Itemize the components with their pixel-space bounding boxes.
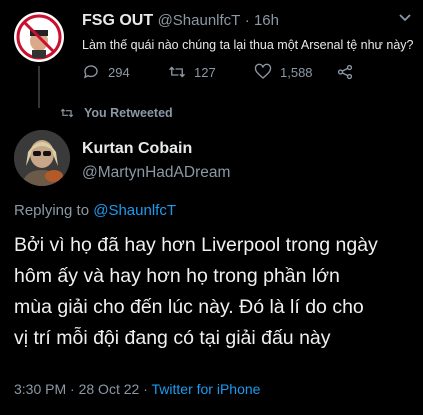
tweet-text-line: hôm ấy và hay hơn họ trong phần lớn bbox=[14, 265, 340, 287]
avatar[interactable] bbox=[14, 12, 64, 62]
replying-to-mention[interactable]: @ShaunlfcT bbox=[93, 202, 176, 219]
retweet-indicator: You Retweeted bbox=[60, 106, 173, 120]
parent-timestamp: 16h bbox=[253, 12, 279, 29]
tweet-text-line: Bởi vì họ đã hay hơn Liverpool trong ngà… bbox=[14, 234, 378, 256]
heart-icon bbox=[254, 63, 272, 79]
retweet-button[interactable]: 127 bbox=[168, 63, 216, 81]
retweet-count: 127 bbox=[194, 64, 216, 80]
like-button[interactable]: 1,588 bbox=[254, 63, 313, 81]
more-options-icon[interactable] bbox=[396, 8, 414, 26]
tweet-metadata: 3:30 PM · 28 Oct 22 · Twitter for iPhone bbox=[14, 381, 261, 397]
tweet-date[interactable]: 28 Oct 22 bbox=[79, 381, 140, 397]
parent-display-name: FSG OUT bbox=[82, 12, 154, 29]
retweet-label: You Retweeted bbox=[84, 106, 173, 120]
reply-button[interactable]: 294 bbox=[82, 63, 130, 81]
tweet-text-line: mùa giải cho đến lúc này. Đó là lí do ch… bbox=[14, 296, 364, 318]
parent-tweet-text: Làm thế quái nào chúng ta lại thua một A… bbox=[82, 38, 414, 52]
reply-count: 294 bbox=[108, 64, 130, 80]
fsg-out-logo-icon bbox=[15, 13, 63, 61]
author-display-name[interactable]: Kurtan Cobain bbox=[82, 140, 192, 158]
replying-to-prefix: Replying to bbox=[14, 202, 90, 219]
reply-icon bbox=[83, 65, 98, 79]
replying-to: Replying to @ShaunlfcT bbox=[14, 202, 176, 219]
tweet-time[interactable]: 3:30 PM bbox=[14, 381, 66, 397]
parent-action-bar: 294 127 1,588 bbox=[82, 63, 382, 83]
retweet-icon bbox=[169, 66, 185, 78]
tweet-text-line: vị trí mỗi đội đang có tại giải đấu này bbox=[14, 327, 331, 349]
thread-connector bbox=[38, 66, 40, 108]
share-icon bbox=[337, 64, 353, 80]
avatar[interactable] bbox=[14, 130, 70, 186]
parent-author[interactable]: FSG OUT @ShaunlfcT · 16h bbox=[82, 12, 279, 30]
author-handle[interactable]: @MartynHadADream bbox=[82, 164, 230, 182]
share-button[interactable] bbox=[336, 63, 362, 81]
tweet-source[interactable]: Twitter for iPhone bbox=[152, 381, 261, 397]
tweet-text: Bởi vì họ đã hay hơn Liverpool trong ngà… bbox=[14, 230, 414, 354]
parent-handle: @ShaunlfcT bbox=[157, 12, 241, 29]
like-count: 1,588 bbox=[280, 64, 313, 80]
profile-photo-icon bbox=[14, 130, 70, 186]
retweet-icon bbox=[60, 108, 74, 118]
